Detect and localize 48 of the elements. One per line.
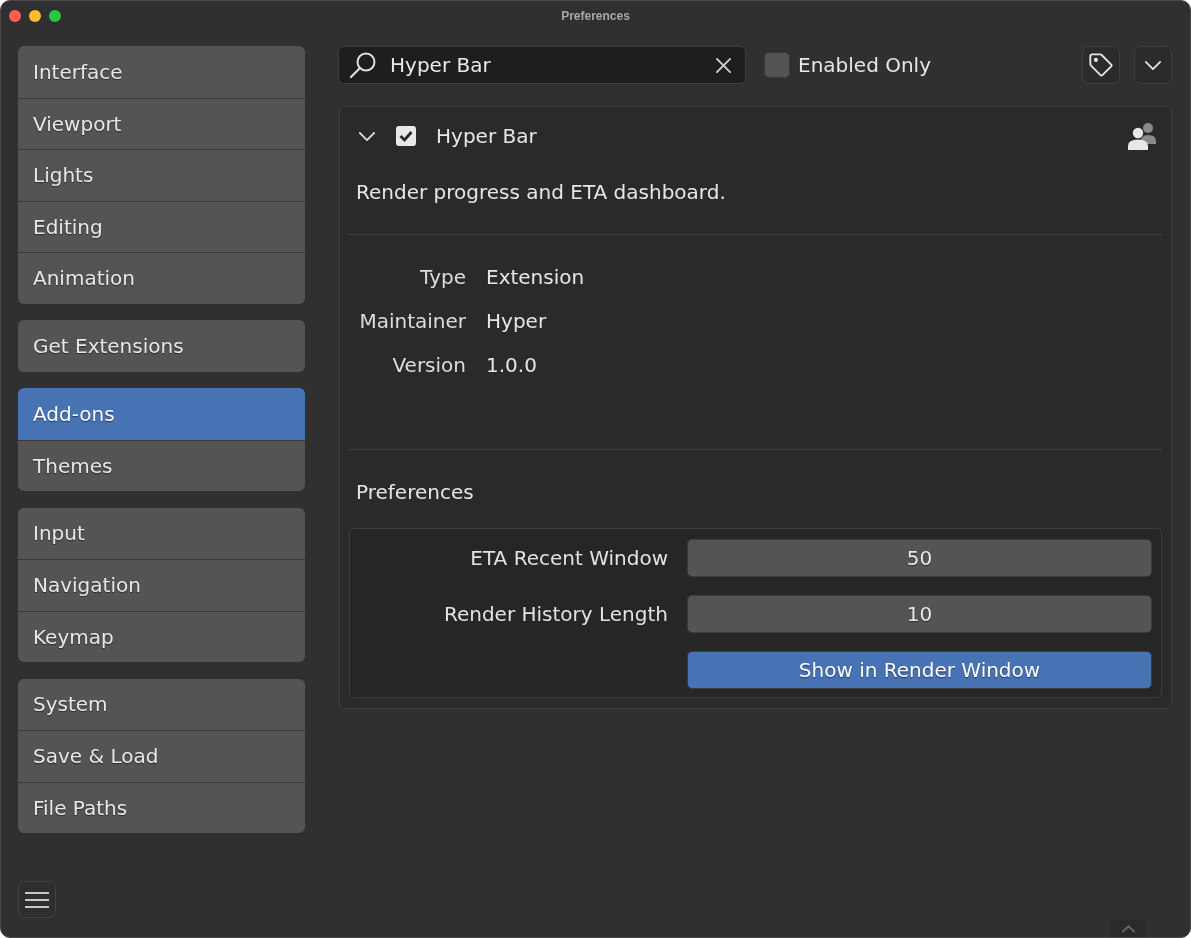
sidebar-item[interactable]: Themes	[18, 439, 305, 491]
addon-enabled-checkbox[interactable]	[396, 126, 416, 146]
checkbox-label: Enabled Only	[798, 53, 931, 77]
chevron-down-icon	[1144, 59, 1162, 71]
sidebar-item[interactable]: File Paths	[18, 781, 305, 833]
sidebar-item[interactable]: Animation	[18, 252, 305, 304]
info-label: Maintainer	[358, 308, 466, 335]
sidebar-item[interactable]: Navigation	[18, 559, 305, 611]
info-label: Type	[419, 264, 466, 291]
menu-button[interactable]	[18, 881, 56, 918]
caret-up-icon	[1120, 924, 1136, 933]
sidebar-item[interactable]: System	[18, 678, 305, 730]
info-value: 1.0.0	[486, 352, 538, 379]
tag-filter-button[interactable]	[1082, 46, 1120, 84]
sidebar-item[interactable]: Save & Load	[18, 730, 305, 782]
section-title: Preferences	[355, 479, 475, 506]
sidebar-item[interactable]: Editing	[18, 200, 305, 252]
minimize-window-icon[interactable]	[29, 9, 41, 22]
clear-icon[interactable]	[715, 56, 732, 74]
chevron-down-icon[interactable]	[358, 130, 376, 142]
toggle-button[interactable]: Show in Render Window	[687, 651, 1152, 689]
sidebar-item[interactable]: Interface	[18, 46, 305, 98]
addon-name: Hyper Bar	[436, 124, 537, 148]
hamburger-icon	[25, 890, 49, 909]
info-label: Version	[391, 352, 466, 379]
sidebar-item[interactable]: Lights	[18, 149, 305, 201]
dropdown-button[interactable]	[1134, 46, 1172, 84]
info-value: Extension	[486, 264, 585, 291]
maximize-window-icon[interactable]	[49, 9, 61, 22]
tag-icon	[1088, 52, 1114, 78]
setting-label: Render History Length	[442, 602, 668, 626]
region-toggle-button[interactable]	[1110, 920, 1146, 937]
window-title: Preferences	[561, 8, 630, 23]
enabled-only-checkbox[interactable]	[764, 52, 790, 78]
addon-description: Render progress and ETA dashboard.	[355, 179, 727, 206]
sidebar-item[interactable]: Input	[18, 507, 305, 559]
sidebar-item[interactable]: Get Extensions	[18, 320, 305, 372]
search-icon	[348, 50, 378, 80]
number-field[interactable]: 10	[687, 595, 1152, 633]
setting-label: ETA Recent Window	[469, 546, 668, 570]
close-window-icon[interactable]	[9, 9, 21, 22]
search-field[interactable]: Hyper Bar	[338, 46, 746, 84]
info-value: Hyper	[486, 308, 548, 335]
sidebar-item[interactable]: Viewport	[18, 97, 305, 149]
sidebar-item[interactable]: Add-ons	[18, 388, 305, 440]
users-icon	[1128, 122, 1158, 150]
number-field[interactable]: 50	[687, 539, 1152, 577]
sidebar-item[interactable]: Keymap	[18, 610, 305, 662]
